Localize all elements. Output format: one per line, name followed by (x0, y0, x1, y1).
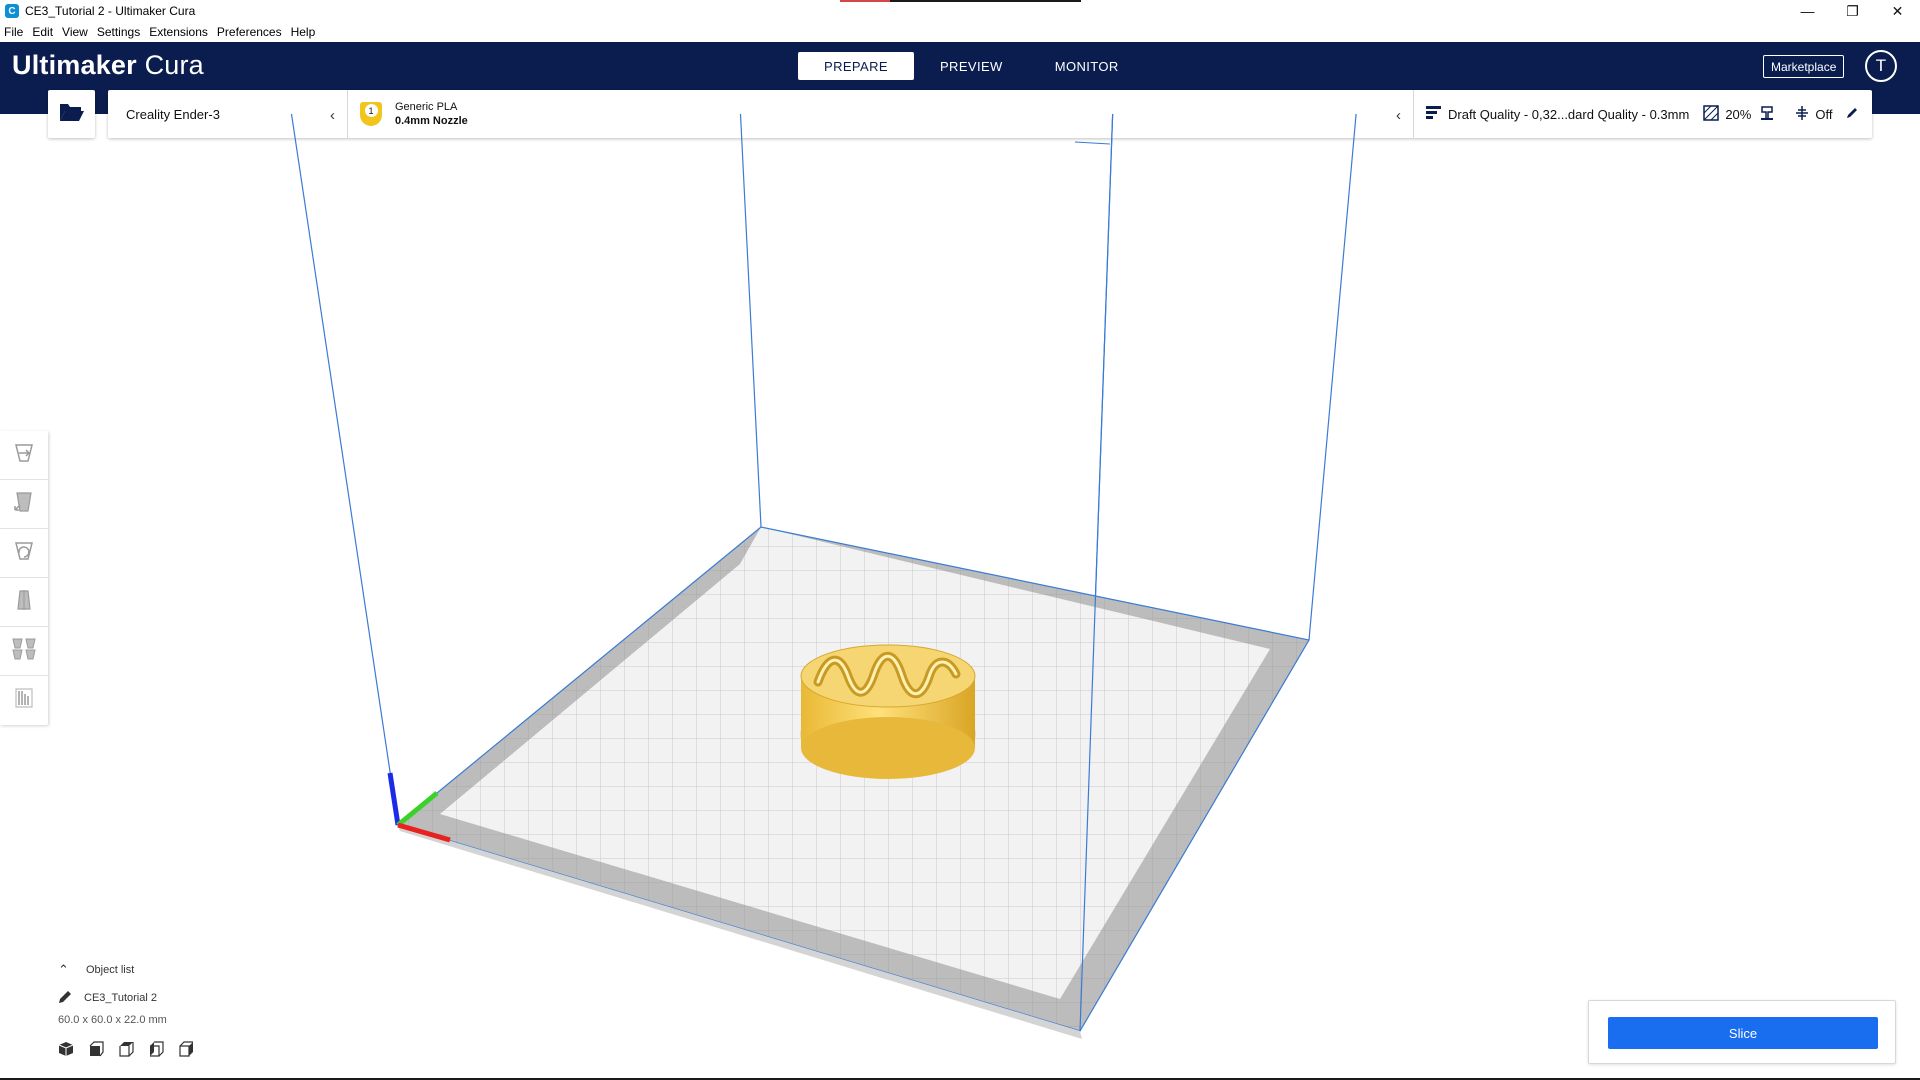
object-list-toggle[interactable]: ⌃ Object list (58, 958, 318, 982)
model-ce3-tutorial-2[interactable] (800, 644, 976, 779)
move-tool[interactable] (0, 431, 48, 480)
per-model-settings-icon (11, 637, 37, 666)
camera-view-buttons (58, 1040, 318, 1060)
left-view-button[interactable] (148, 1040, 178, 1060)
tab-preview[interactable]: PREVIEW (914, 52, 1029, 80)
ultimaker-cura-logo: Ultimaker Cura (12, 50, 204, 81)
menu-extensions[interactable]: Extensions (145, 25, 213, 39)
3d-view-button[interactable] (58, 1040, 88, 1060)
title-progress-accent (840, 0, 1081, 2)
action-panel: Slice (1588, 1000, 1896, 1064)
brand-light: Cura (144, 50, 204, 80)
front-view-icon (88, 1040, 104, 1060)
build-volume-edge (1308, 114, 1357, 641)
menu-settings[interactable]: Settings (93, 25, 145, 39)
scale-tool[interactable] (0, 480, 48, 529)
restore-button[interactable]: ❐ (1830, 0, 1875, 22)
brand-bold: Ultimaker (12, 50, 137, 80)
menu-help[interactable]: Help (287, 25, 321, 39)
build-volume-edge (1074, 141, 1111, 145)
top-view-button[interactable] (118, 1040, 148, 1060)
menu-preferences[interactable]: Preferences (213, 25, 287, 39)
stage-tabs: PREPARE PREVIEW MONITOR (798, 52, 1145, 80)
minimize-button[interactable]: — (1785, 0, 1830, 22)
chevron-up-icon: ⌃ (58, 962, 69, 977)
scale-icon (12, 490, 36, 519)
object-list-panel: ⌃ Object list CE3_Tutorial 2 60.0 x 60.0… (58, 958, 318, 1060)
marketplace-button[interactable]: Marketplace (1763, 55, 1845, 78)
move-icon (12, 441, 36, 470)
slice-button[interactable]: Slice (1608, 1017, 1878, 1049)
tab-monitor[interactable]: MONITOR (1029, 52, 1145, 80)
rotate-icon (12, 539, 36, 568)
window-title: CE3_Tutorial 2 - Ultimaker Cura (25, 4, 196, 18)
build-volume-edge (290, 114, 399, 826)
front-view-button[interactable] (88, 1040, 118, 1060)
tool-panel (0, 431, 48, 725)
build-plate (396, 526, 1310, 1039)
tab-prepare[interactable]: PREPARE (798, 52, 914, 80)
window-title-bar: C CE3_Tutorial 2 - Ultimaker Cura — ❐ ✕ (0, 0, 1920, 22)
right-view-button[interactable] (178, 1040, 208, 1060)
menu-file[interactable]: File (0, 25, 28, 39)
menu-edit[interactable]: Edit (28, 25, 58, 39)
material-name: Generic PLA (395, 101, 458, 113)
build-plate-scene (290, 114, 1357, 1039)
object-list-item[interactable]: CE3_Tutorial 2 (58, 986, 318, 1010)
3d-view-icon (58, 1041, 74, 1060)
account-avatar[interactable]: T (1865, 50, 1897, 82)
support-blocker-icon (12, 686, 36, 715)
build-volume-edge (739, 114, 762, 528)
3d-viewport[interactable] (0, 114, 1920, 1080)
cura-app-icon: C (5, 4, 19, 18)
left-view-icon (148, 1040, 164, 1060)
object-dimensions: 60.0 x 60.0 x 22.0 mm (58, 1014, 167, 1026)
object-list-heading: Object list (86, 964, 135, 976)
per-model-settings-tool[interactable] (0, 627, 48, 676)
object-name: CE3_Tutorial 2 (84, 992, 157, 1004)
right-view-icon (178, 1040, 194, 1060)
support-blocker-tool[interactable] (0, 676, 48, 725)
close-button[interactable]: ✕ (1875, 0, 1920, 22)
window-controls: — ❐ ✕ (1785, 0, 1920, 22)
mirror-tool[interactable] (0, 578, 48, 627)
rotate-tool[interactable] (0, 529, 48, 578)
mirror-icon (12, 588, 36, 617)
menu-view[interactable]: View (58, 25, 93, 39)
pencil-icon (58, 990, 72, 1007)
menu-bar: File Edit View Settings Extensions Prefe… (0, 22, 1920, 42)
top-view-icon (118, 1041, 134, 1060)
